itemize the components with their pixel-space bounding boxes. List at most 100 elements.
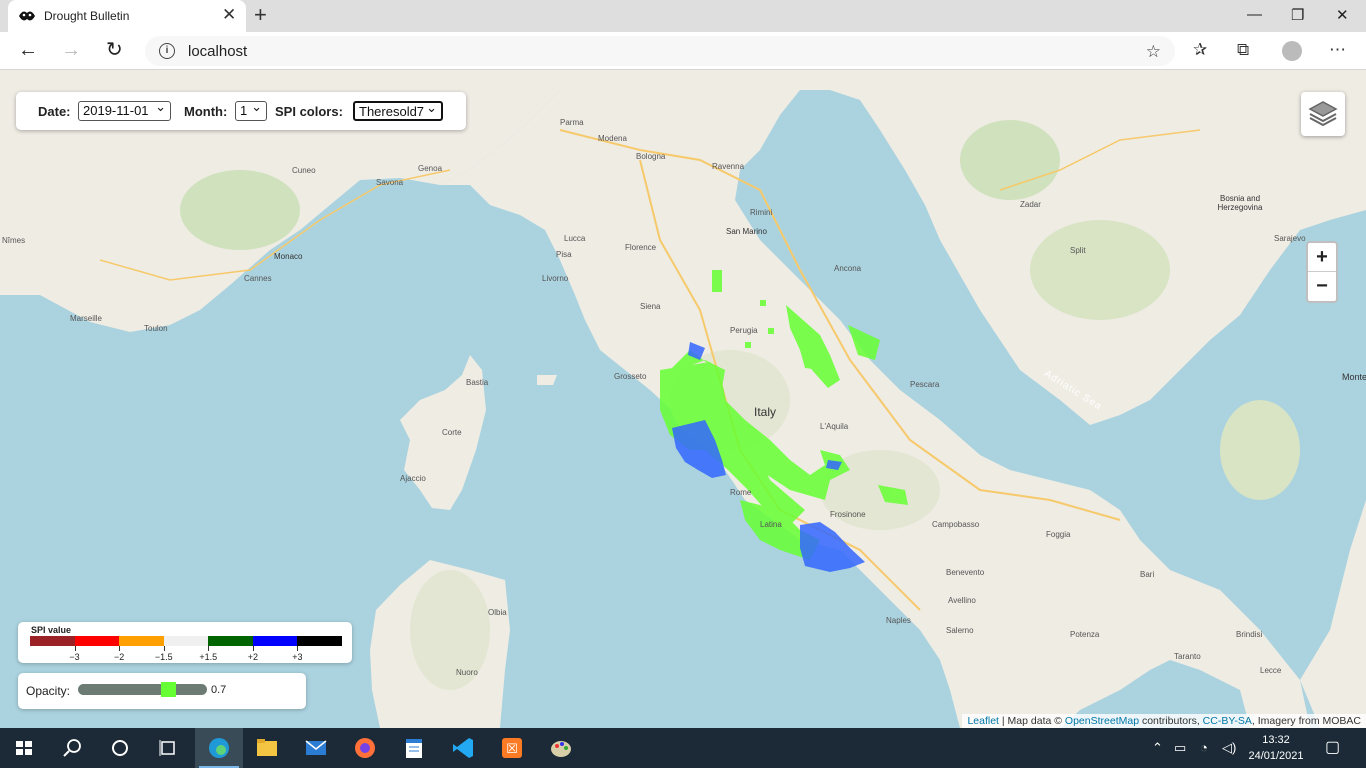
map-label-ravenna: Ravenna (712, 162, 745, 171)
show-hidden-icons-icon[interactable]: ⌃ (1152, 740, 1163, 756)
url-text[interactable]: localhost (188, 43, 247, 60)
zoom-out-button[interactable]: − (1308, 272, 1336, 301)
wifi-icon[interactable]: ◔ (1200, 740, 1208, 755)
drought-logo-icon (19, 11, 35, 21)
map-label-laquila: L'Aquila (820, 422, 849, 431)
clock-time: 13:32 (1262, 734, 1290, 746)
opacity-slider-thumb[interactable] (161, 682, 177, 697)
map-label-frosinone: Frosinone (830, 510, 866, 519)
notifications-icon[interactable]: ▢ (1325, 737, 1340, 757)
back-arrow-icon[interactable]: ← (18, 40, 38, 60)
opacity-control: Opacity: 0.7 (18, 673, 306, 709)
taskbar-vscode[interactable] (439, 728, 487, 768)
legend-tick (163, 646, 165, 651)
map-label-bastia: Bastia (466, 378, 489, 387)
legend-swatch (163, 636, 209, 646)
browser-tabbar: Drought Bulletin ✕ + — ❐ ✕ (0, 0, 1366, 32)
map-label-nuoro: Nuoro (456, 668, 478, 677)
map-label-rimini: Rimini (750, 208, 773, 217)
legend-tick-label: −2 (114, 652, 125, 662)
legend-swatch (297, 636, 343, 646)
zoom-in-button[interactable]: + (1308, 243, 1336, 272)
taskbar-file-explorer[interactable] (243, 728, 291, 768)
map-attribution: Leaflet | Map data © OpenStreetMap contr… (962, 714, 1366, 728)
taskbar-notepad[interactable] (390, 728, 438, 768)
battery-icon[interactable]: ▭ (1174, 740, 1186, 756)
map-label-split: Split (1070, 246, 1086, 255)
map-label-livorno: Livorno (542, 274, 569, 283)
spi-legend: SPI value −3 −2 −1.5 +1.5 +2 +3 (18, 622, 352, 663)
favorites-icon[interactable]: ✰ (1193, 40, 1207, 60)
map-label-brindisi: Brindisi (1236, 630, 1263, 639)
map-label-taranto: Taranto (1174, 652, 1201, 661)
folder-icon (257, 739, 277, 756)
restore-icon[interactable]: ❐ (1291, 6, 1304, 24)
volume-icon[interactable]: ◁) (1222, 740, 1236, 756)
attrib-imagery: , Imagery from MOBAC (1251, 715, 1361, 727)
taskbar-firefox[interactable] (341, 728, 389, 768)
taskbar-mail[interactable] (292, 728, 340, 768)
start-button[interactable] (0, 728, 48, 768)
site-info-icon[interactable]: i (159, 43, 175, 59)
legend-tick-label: +3 (292, 652, 303, 662)
minimize-icon[interactable]: — (1247, 6, 1262, 23)
layers-button[interactable] (1301, 92, 1345, 136)
map-label-latina: Latina (760, 520, 782, 529)
date-label: Date: (38, 104, 71, 119)
legend-tick (252, 646, 254, 651)
legend-tick (297, 646, 299, 651)
attrib-contrib: contributors, (1139, 715, 1203, 727)
zoom-control: + − (1306, 241, 1338, 303)
opacity-label: Opacity: (26, 684, 71, 698)
close-window-icon[interactable]: ✕ (1336, 6, 1349, 24)
map-label-italy: Italy (754, 405, 777, 419)
map-label-cuneo: Cuneo (292, 166, 316, 175)
leaflet-link[interactable]: Leaflet (967, 715, 999, 727)
new-tab-icon[interactable]: + (254, 4, 267, 26)
map-label-pisa: Pisa (556, 250, 572, 259)
profile-avatar[interactable] (1282, 41, 1302, 61)
more-menu-icon[interactable]: ⋯ (1329, 40, 1346, 60)
opacity-slider[interactable] (78, 682, 207, 697)
collections-icon[interactable]: ⧉ (1237, 40, 1249, 60)
month-select[interactable]: 1 (235, 99, 267, 121)
close-tab-icon[interactable]: ✕ (222, 6, 236, 24)
map-label-bologna: Bologna (636, 152, 666, 161)
map-label-bari: Bari (1140, 570, 1155, 579)
map-label-foggia: Foggia (1046, 530, 1071, 539)
forward-arrow-icon[interactable]: → (61, 40, 81, 60)
browser-tab[interactable]: Drought Bulletin ✕ (8, 0, 246, 32)
legend-color-bar (30, 636, 343, 646)
document-icon (406, 739, 422, 758)
cortana-icon (112, 740, 128, 756)
legend-swatch (208, 636, 253, 646)
system-clock[interactable]: 13:32 24/01/2021 (1244, 732, 1308, 764)
legend-tick (208, 646, 210, 651)
attrib-sep: | Map data © (998, 715, 1065, 727)
map-label-siena: Siena (640, 302, 661, 311)
task-view-button[interactable] (144, 728, 192, 768)
address-bar[interactable]: i localhost ☆ (145, 36, 1175, 66)
map-label-grosseto: Grosseto (614, 372, 647, 381)
taskbar-xampp[interactable]: ☒ (488, 728, 536, 768)
add-favorite-icon[interactable]: ☆ (1146, 42, 1161, 62)
spi-colors-select[interactable]: Theresold7 (353, 100, 443, 121)
map-label-zadar: Zadar (1020, 200, 1041, 209)
license-link[interactable]: CC-BY-SA (1203, 715, 1252, 727)
map-label-san-marino: San Marino (726, 227, 767, 236)
legend-tick-label: +1.5 (199, 652, 218, 662)
legend-tick-label: +2 (247, 652, 258, 662)
cortana-button[interactable] (96, 728, 144, 768)
map-label-marseille: Marseille (70, 314, 103, 323)
legend-swatch (119, 636, 164, 646)
taskbar-paint[interactable] (537, 728, 585, 768)
legend-swatch (30, 636, 75, 646)
map-label-ajaccio: Ajaccio (400, 474, 426, 483)
search-button[interactable] (48, 728, 96, 768)
date-select[interactable]: 2019-11-01 (78, 99, 171, 121)
taskbar-edge[interactable] (195, 728, 243, 768)
osm-link[interactable]: OpenStreetMap (1065, 715, 1139, 727)
refresh-icon[interactable]: ↻ (106, 40, 123, 60)
svg-text:☒: ☒ (506, 742, 518, 757)
map-label-bosnia: Bosnia and Herzegovina (1217, 194, 1263, 212)
